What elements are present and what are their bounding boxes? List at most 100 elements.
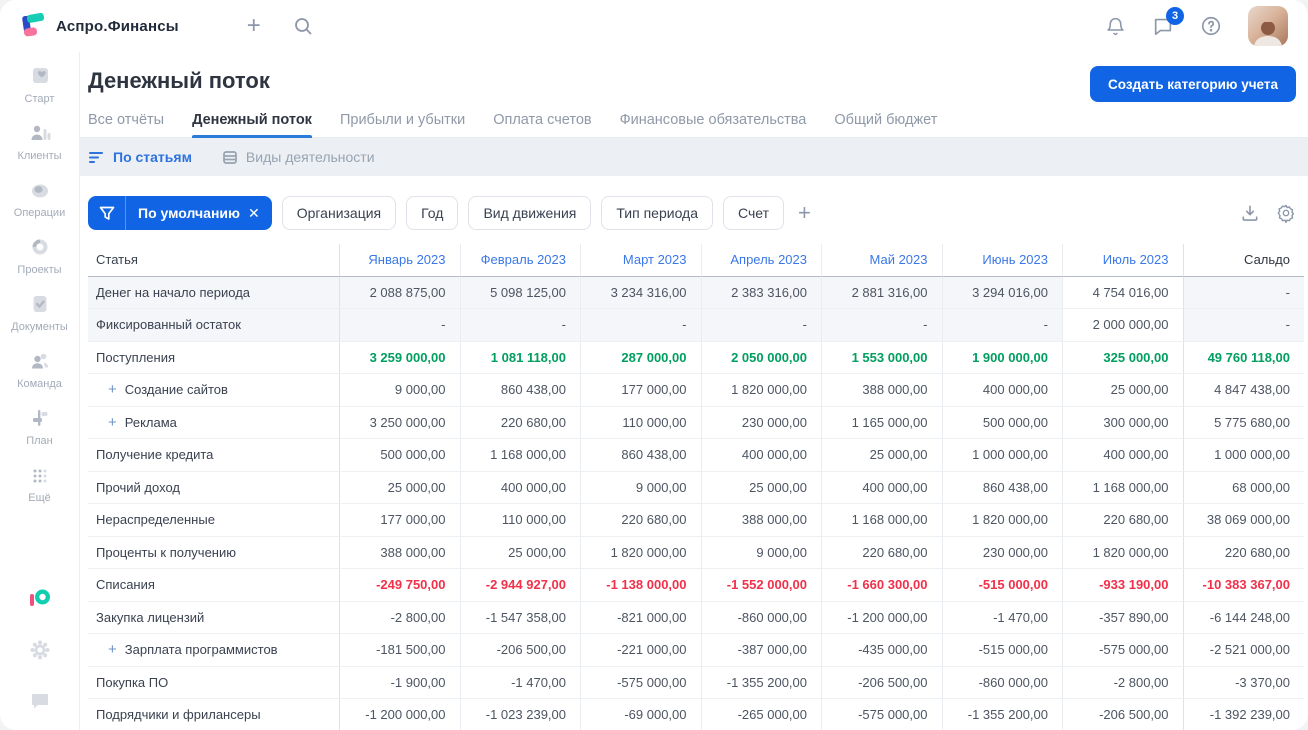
row-value-cell: 3 294 016,00 <box>942 276 1063 309</box>
column-header-article: Статья <box>88 244 340 277</box>
sidebar-item-more[interactable]: Ещё <box>4 463 76 504</box>
column-header: Январь 2023 <box>340 244 461 277</box>
row-article-label: Реклама <box>124 414 177 430</box>
subtab-label: По статьям <box>113 149 192 165</box>
row-article-label: Денег на начало периода <box>96 284 251 300</box>
row-value-cell: -1 900,00 <box>340 666 461 699</box>
create-category-button[interactable]: Создать категорию учета <box>1090 66 1296 102</box>
row-value-cell: -515 000,00 <box>942 569 1063 602</box>
row-saldo-cell: 49 760 118,00 <box>1182 341 1304 374</box>
row-saldo-cell: 220 680,00 <box>1182 536 1304 569</box>
row-value-cell: 2 881 316,00 <box>822 276 943 309</box>
subtab-activity-types[interactable]: Виды деятельности <box>222 149 375 165</box>
expand-row-icon[interactable]: + <box>108 414 117 431</box>
row-value-cell: 860 438,00 <box>581 439 702 472</box>
report-tab[interactable]: Оплата счетов <box>493 112 591 137</box>
table-settings-gear-icon[interactable] <box>1276 203 1296 223</box>
help-icon[interactable] <box>1200 15 1222 37</box>
row-value-cell: 3 259 000,00 <box>340 341 461 374</box>
row-value-cell: -1 138 000,00 <box>581 569 702 602</box>
table-row[interactable]: + Создание сайтов 9 000,00 860 438,00 177 00… <box>88 374 1304 407</box>
filter-chip[interactable]: Счет <box>723 196 784 230</box>
sidebar-item-label: Клиенты <box>17 150 62 162</box>
column-header: Февраль 2023 <box>460 244 581 277</box>
row-article-cell: + Реклама <box>88 406 340 439</box>
table-row[interactable]: Прочий доход 25 000,00 400 000,00 9 000,00 2… <box>88 471 1304 504</box>
table-row[interactable]: Покупка ПО -1 900,00 -1 470,00 -575 000,00-… <box>88 666 1304 699</box>
clear-filter-icon[interactable]: ✕ <box>248 205 272 222</box>
row-value-cell: - <box>822 309 943 342</box>
table-row[interactable]: Подрядчики и фрилансеры -1 200 000,00 -1 0… <box>88 699 1304 730</box>
expand-row-icon[interactable]: + <box>108 381 117 398</box>
row-article-cell: Нераспределенные <box>88 504 340 537</box>
row-saldo-cell: 38 069 000,00 <box>1182 504 1304 537</box>
filter-chip[interactable]: Вид движения <box>468 196 592 230</box>
download-icon[interactable] <box>1240 203 1260 223</box>
table-row[interactable]: + Реклама 3 250 000,00 220 680,00 110 000,00… <box>88 406 1304 439</box>
row-value-cell: 400 000,00 <box>701 439 822 472</box>
active-filter-chip[interactable]: По умолчанию ✕ <box>88 196 272 230</box>
chat-icon[interactable]: 3 <box>1152 7 1184 37</box>
filter-funnel-icon[interactable] <box>88 196 126 230</box>
report-tab[interactable]: Денежный поток <box>192 112 312 138</box>
sidebar-item-plan[interactable]: План <box>4 406 76 447</box>
table-row[interactable]: Поступления 3 259 000,00 1 081 118,00 287 0… <box>88 341 1304 374</box>
notifications-bell-icon[interactable] <box>1105 16 1126 37</box>
row-value-cell: - <box>581 309 702 342</box>
table-row[interactable]: Закупка лицензий -2 800,00 -1 547 358,00 -8… <box>88 601 1304 634</box>
sidebar-item-documents[interactable]: Документы <box>4 292 76 333</box>
row-article-label: Создание сайтов <box>124 382 228 398</box>
row-value-cell: -2 944 927,00 <box>460 569 581 602</box>
row-value-cell: 388 000,00 <box>340 536 461 569</box>
search-icon[interactable] <box>293 16 313 36</box>
global-add-button[interactable]: + <box>247 14 261 38</box>
row-value-cell: 388 000,00 <box>822 374 943 407</box>
sidebar-nav: Старт Клиенты Операции Проекты Документы… <box>0 52 80 730</box>
row-value-cell: 500 000,00 <box>942 406 1063 439</box>
table-row[interactable]: Фиксированный остаток - - - - - -2 000 000,00- <box>88 309 1304 342</box>
expand-row-icon[interactable]: + <box>108 641 117 658</box>
row-value-cell: -1 660 300,00 <box>822 569 943 602</box>
row-article-cell: + Создание сайтов <box>88 374 340 407</box>
table-row[interactable]: Списания -249 750,00 -2 944 927,00 -1 138 0… <box>88 569 1304 602</box>
row-article-label: Подрядчики и фрилансеры <box>96 707 261 723</box>
filter-chip[interactable]: Организация <box>281 196 397 230</box>
report-tab[interactable]: Все отчёты <box>88 112 164 137</box>
sidebar-item-projects[interactable]: Проекты <box>4 235 76 276</box>
row-value-cell: - <box>942 309 1063 342</box>
row-article-cell: Покупка ПО <box>88 666 340 699</box>
table-row[interactable]: Денег на начало периода 2 088 875,00 5 098… <box>88 276 1304 309</box>
sidebar-item-team[interactable]: Команда <box>4 349 76 390</box>
sidebar-item-operations[interactable]: Операции <box>4 178 76 219</box>
row-value-cell: 110 000,00 <box>460 504 581 537</box>
table-row[interactable]: Проценты к получению 388 000,00 25 000,00 1… <box>88 536 1304 569</box>
filter-chip[interactable]: Год <box>406 196 459 230</box>
row-value-cell: 1 900 000,00 <box>942 341 1063 374</box>
filter-chip[interactable]: Тип периода <box>601 196 714 230</box>
aspro-cloud-logo-icon[interactable] <box>27 586 53 612</box>
row-value-cell: -221 000,00 <box>581 634 702 667</box>
row-value-cell: -860 000,00 <box>942 666 1063 699</box>
support-chat-icon[interactable] <box>28 688 52 712</box>
add-filter-button[interactable]: + <box>798 200 811 226</box>
table-row[interactable]: + Зарплата программистов -181 500,00 -206 5… <box>88 634 1304 667</box>
table-row[interactable]: Получение кредита 500 000,00 1 168 000,00 8… <box>88 439 1304 472</box>
settings-gear-icon[interactable] <box>28 638 52 662</box>
chat-unread-badge: 3 <box>1166 7 1184 25</box>
row-value-cell: -265 000,00 <box>702 699 822 730</box>
subtab-by-articles[interactable]: По статьям <box>88 149 192 165</box>
sidebar-item-label: Документы <box>11 321 68 333</box>
aspro-logo-icon[interactable] <box>20 12 46 39</box>
report-tab[interactable]: Прибыли и убытки <box>340 112 465 137</box>
row-article-label: Закупка лицензий <box>96 609 205 625</box>
sidebar-item-start[interactable]: Старт <box>4 64 76 105</box>
sidebar-item-label: Ещё <box>28 492 51 504</box>
sidebar-item-clients[interactable]: Клиенты <box>4 121 76 162</box>
row-value-cell: - <box>340 309 461 342</box>
filter-bar: По умолчанию ✕ Организация Год Вид движени… <box>80 176 1308 242</box>
report-tab[interactable]: Общий бюджет <box>834 112 937 137</box>
report-tab[interactable]: Финансовые обязательства <box>620 112 807 137</box>
row-value-cell: 1 820 000,00 <box>581 536 702 569</box>
table-row[interactable]: Нераспределенные 177 000,00 110 000,00 220 … <box>88 504 1304 537</box>
user-avatar[interactable] <box>1248 6 1288 46</box>
